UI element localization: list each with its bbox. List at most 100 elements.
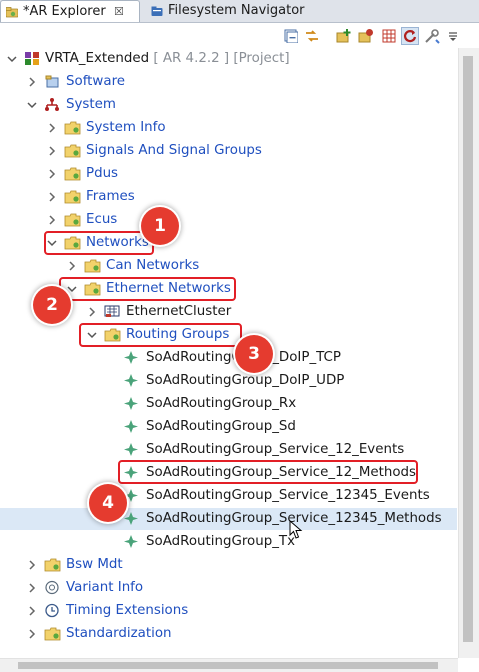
chevron-right-icon[interactable] <box>47 167 57 181</box>
tab-ar-explorer[interactable]: *AR Explorer ☒ <box>0 0 140 22</box>
folder-icon <box>84 259 101 273</box>
chevron-down-icon[interactable] <box>67 282 77 296</box>
chevron-down-icon[interactable] <box>7 52 17 66</box>
callout-badge-4: 4 <box>89 484 127 522</box>
tree-item-can-networks[interactable]: Can Networks <box>0 255 457 277</box>
routing-group-item[interactable]: SoAdRoutingGroup_Service_12345_Events <box>0 485 457 507</box>
refresh-toggle[interactable] <box>401 27 419 45</box>
routing-group-icon <box>124 443 138 456</box>
tree-item-label: Ethernet Networks <box>106 281 231 296</box>
routing-group-item[interactable]: SoAdRoutingGroup_DoIP_UDP <box>0 370 457 392</box>
horizontal-scrollbar-thumb[interactable] <box>18 662 438 669</box>
tree-item-routing-groups[interactable]: Routing Groups <box>0 324 457 346</box>
tree-root[interactable]: VRTA_Extended [ AR 4.2.2 ] [Project] <box>0 48 457 70</box>
folder-icon <box>104 328 121 342</box>
routing-group-icon <box>124 351 138 364</box>
vertical-scrollbar-thumb[interactable] <box>463 56 473 642</box>
chevron-down-icon[interactable] <box>87 328 97 342</box>
clock-icon <box>45 603 59 618</box>
ethernet-cluster-icon <box>104 305 120 317</box>
chevron-right-icon[interactable] <box>47 190 57 204</box>
folder-icon <box>84 282 101 296</box>
tree-item-bsw-mdt[interactable]: Bsw Mdt <box>0 554 457 576</box>
tree-item-system-info[interactable]: System Info <box>0 117 457 139</box>
chevron-right-icon[interactable] <box>27 627 37 641</box>
routing-group-icon <box>124 374 138 387</box>
chevron-right-icon[interactable] <box>47 121 57 135</box>
chevron-right-icon[interactable] <box>47 213 57 227</box>
tree-item-label: Timing Extensions <box>66 603 189 618</box>
callout-badge-3: 3 <box>235 335 273 373</box>
ar-explorer-tree[interactable]: VRTA_Extended [ AR 4.2.2 ] [Project] Sof… <box>0 48 457 658</box>
tree-item-label: SoAdRoutingGroup_DoIP_UDP <box>146 373 345 388</box>
tree-item-pdus[interactable]: Pdus <box>0 163 457 185</box>
routing-group-icon <box>124 420 138 433</box>
add-child-button[interactable] <box>357 27 375 45</box>
tree-item-label: SoAdRoutingGroup_Sd <box>146 419 296 434</box>
chevron-right-icon[interactable] <box>87 305 97 319</box>
tree-item-standardization[interactable]: Standardization <box>0 623 457 645</box>
horizontal-scrollbar[interactable] <box>0 658 458 672</box>
folder-icon <box>64 167 81 181</box>
close-icon[interactable]: ☒ <box>114 1 124 23</box>
callout-badge-1: 1 <box>141 207 179 245</box>
tree-item-software[interactable]: Software <box>0 71 457 93</box>
routing-group-item[interactable]: SoAdRoutingGroup_DoIP_TCP <box>0 347 457 369</box>
link-with-editor-button[interactable] <box>303 27 321 45</box>
grid-button[interactable] <box>380 27 398 45</box>
folder-icon <box>64 236 81 250</box>
link-with-editor-icon <box>306 30 318 42</box>
routing-group-icon <box>124 466 138 479</box>
tree-item-label: Networks <box>86 235 149 250</box>
chevron-right-icon[interactable] <box>47 144 57 158</box>
tree-item-label: Ecus <box>86 212 118 227</box>
routing-group-item-hovered[interactable]: SoAdRoutingGroup_Service_12345_Methods <box>0 508 457 530</box>
routing-group-icon <box>124 397 138 410</box>
mouse-cursor-icon <box>289 520 303 539</box>
tree-item-label: SoAdRoutingGroup_Service_12345_Events <box>146 488 430 503</box>
tree-item-frames[interactable]: Frames <box>0 186 457 208</box>
refresh-icon <box>403 30 417 43</box>
routing-group-item[interactable]: SoAdRoutingGroup_Sd <box>0 416 457 438</box>
system-icon <box>45 98 59 111</box>
chevron-right-icon[interactable] <box>27 558 37 572</box>
chevron-right-icon[interactable] <box>27 581 37 595</box>
chevron-right-icon[interactable] <box>67 259 77 273</box>
vertical-scrollbar[interactable] <box>458 48 479 658</box>
collapse-all-button[interactable] <box>282 27 300 45</box>
tree-item-label: Variant Info <box>66 580 144 595</box>
routing-group-item[interactable]: SoAdRoutingGroup_Rx <box>0 393 457 415</box>
add-child-icon <box>358 29 373 43</box>
tree-item-timing-extensions[interactable]: Timing Extensions <box>0 600 457 622</box>
filesystem-navigator-icon <box>151 6 163 16</box>
tree-item-label: Routing Groups <box>126 327 230 342</box>
add-element-icon <box>336 29 351 43</box>
routing-group-item[interactable]: SoAdRoutingGroup_Tx <box>0 531 457 553</box>
routing-group-item-selected[interactable]: SoAdRoutingGroup_Service_12_Methods <box>0 462 457 484</box>
chevron-down-icon[interactable] <box>47 236 57 250</box>
tree-item-label: System Info <box>86 120 166 135</box>
routing-group-item[interactable]: SoAdRoutingGroup_Service_12_Events <box>0 439 457 461</box>
tools-button[interactable] <box>423 27 441 45</box>
chevron-right-icon[interactable] <box>27 75 37 89</box>
tree-item-variant-info[interactable]: Variant Info <box>0 577 457 599</box>
view-menu-button[interactable] <box>444 27 462 45</box>
tree-item-signals[interactable]: Signals And Signal Groups <box>0 140 457 162</box>
folder-icon <box>64 213 81 227</box>
tree-item-networks[interactable]: Networks <box>0 232 457 254</box>
ar-explorer-icon <box>6 7 18 18</box>
tab-filesystem-navigator[interactable]: Filesystem Navigator <box>146 0 312 22</box>
chevron-down-icon[interactable] <box>27 98 37 112</box>
folder-icon <box>64 190 81 204</box>
chevron-right-icon[interactable] <box>27 604 37 618</box>
tab-filesystem-navigator-label: Filesystem Navigator <box>168 3 305 18</box>
tree-item-ecus[interactable]: Ecus <box>0 209 457 231</box>
tree-item-system[interactable]: System <box>0 94 457 116</box>
add-element-button[interactable] <box>335 27 353 45</box>
callout-badge-2: 2 <box>33 286 71 324</box>
tree-item-label: SoAdRoutingGroup_Tx <box>146 534 296 549</box>
view-menu-icon <box>449 32 457 41</box>
variant-info-icon <box>45 580 59 595</box>
tree-item-label: Pdus <box>86 166 119 181</box>
collapse-all-icon <box>284 29 298 43</box>
